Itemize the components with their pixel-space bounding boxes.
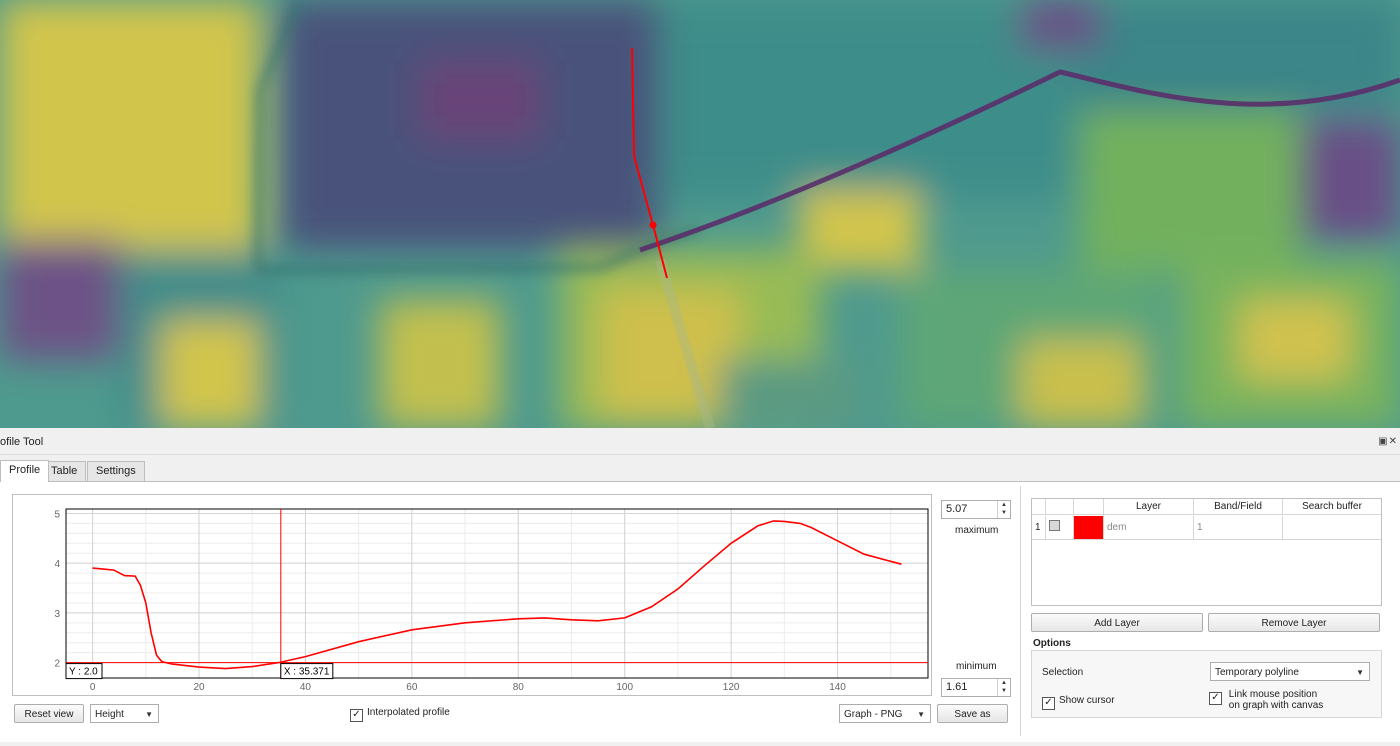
cursor-x-label: X : 35.371	[284, 667, 330, 678]
row-checkbox[interactable]	[1046, 516, 1074, 540]
checkbox-checked-icon[interactable]: ✓	[1209, 692, 1222, 705]
show-cursor-label: Show cursor	[1059, 695, 1115, 706]
interpolated-checkbox[interactable]: ✓ Interpolated profile	[350, 707, 450, 722]
chevron-down-icon: ▼	[1356, 668, 1364, 677]
profile-tool-panel: ofile Tool ▣✕ Profile Table Settings 0 20…	[0, 428, 1400, 746]
dock-controls-icon[interactable]: ▣✕	[1378, 436, 1398, 447]
mode-select[interactable]: Height ▼	[90, 704, 159, 723]
min-value-spinbox[interactable]: 1.61 ▲ ▼	[941, 678, 1011, 697]
y-tick-label: 2	[54, 659, 60, 670]
column-header-index[interactable]	[1032, 499, 1046, 515]
selection-select[interactable]: Temporary polyline ▼	[1210, 662, 1370, 681]
add-layer-button[interactable]: Add Layer	[1031, 613, 1203, 632]
column-header-check[interactable]	[1046, 499, 1074, 515]
row-color-swatch[interactable]	[1074, 516, 1104, 540]
link-mouse-label: Link mouse position on graph with canvas	[1229, 689, 1324, 711]
selection-label: Selection	[1042, 667, 1084, 678]
export-format-value: Graph - PNG	[844, 709, 903, 720]
spin-arrows-icon[interactable]: ▲ ▼	[997, 679, 1010, 696]
link-mouse-checkbox[interactable]: ✓ Link mouse position on graph with canva…	[1209, 689, 1323, 711]
x-tick-label: 140	[829, 682, 846, 693]
layer-table[interactable]: Layer Band/Field Search buffer 1 dem 1	[1031, 498, 1382, 606]
chevron-down-icon: ▼	[145, 710, 153, 719]
pane-divider[interactable]	[1020, 486, 1021, 736]
x-tick-label: 20	[193, 682, 205, 693]
export-format-select[interactable]: Graph - PNG ▼	[839, 704, 931, 723]
column-header-layer[interactable]: Layer	[1104, 499, 1194, 515]
interpolated-label: Interpolated profile	[367, 707, 450, 718]
row-band[interactable]: 1	[1194, 516, 1283, 540]
row-buffer[interactable]	[1283, 516, 1381, 540]
x-tick-label: 120	[723, 682, 740, 693]
x-tick-label: 100	[616, 682, 633, 693]
map-render	[0, 0, 1400, 428]
remove-layer-button[interactable]: Remove Layer	[1208, 613, 1380, 632]
map-canvas[interactable]	[0, 0, 1400, 428]
reset-view-button[interactable]: Reset view	[14, 704, 84, 723]
color-swatch[interactable]	[1074, 516, 1103, 539]
row-layer-name[interactable]: dem	[1104, 516, 1194, 540]
options-title: Options	[1033, 638, 1071, 649]
checkbox-icon[interactable]	[1049, 520, 1060, 531]
column-header-buffer[interactable]: Search buffer	[1283, 499, 1381, 515]
x-tick-label: 60	[406, 682, 418, 693]
checkbox-checked-icon[interactable]: ✓	[1042, 697, 1055, 710]
min-value: 1.61	[946, 681, 968, 693]
row-index: 1	[1032, 516, 1046, 540]
chevron-down-icon: ▼	[917, 710, 925, 719]
spin-arrows-icon[interactable]: ▲ ▼	[997, 501, 1010, 518]
link-label-line1: Link mouse position	[1228, 689, 1318, 700]
y-tick-label: 5	[54, 509, 60, 520]
checkbox-checked-icon[interactable]: ✓	[350, 709, 363, 722]
selection-value: Temporary polyline	[1215, 667, 1299, 678]
y-tick-label: 3	[54, 609, 60, 620]
column-header-band[interactable]: Band/Field	[1194, 499, 1283, 515]
mode-select-value: Height	[95, 709, 124, 720]
x-tick-label: 40	[300, 682, 312, 693]
dock-titlebar: ofile Tool ▣✕	[0, 428, 1400, 455]
y-tick-label: 4	[54, 559, 60, 570]
tab-settings[interactable]: Settings	[87, 461, 145, 481]
link-label-line2: on graph with canvas	[1228, 700, 1324, 711]
x-tick-label: 80	[513, 682, 525, 693]
x-tick-label: 0	[90, 682, 96, 693]
max-value: 5.07	[946, 503, 968, 515]
show-cursor-checkbox[interactable]: ✓ Show cursor	[1042, 695, 1115, 710]
profile-chart[interactable]: 0 20 40 60 80 100 120 140 2 3 4 5 Y : 2.0 X : 35.371	[13, 495, 931, 695]
tab-profile[interactable]: Profile	[0, 460, 50, 482]
profile-graph-frame[interactable]: 0 20 40 60 80 100 120 140 2 3 4 5 Y : 2.0 X : 35.371	[12, 494, 932, 696]
options-group: Selection Temporary polyline ▼ ✓ Show cur…	[1031, 650, 1382, 718]
max-value-spinbox[interactable]: 5.07 ▲ ▼	[941, 500, 1011, 519]
dock-title: ofile Tool	[0, 436, 44, 448]
save-as-button[interactable]: Save as	[937, 704, 1008, 723]
column-header-color[interactable]	[1074, 499, 1104, 515]
cursor-y-label: Y : 2.0	[69, 667, 98, 678]
max-label: maximum	[955, 525, 999, 536]
min-label: minimum	[956, 661, 997, 672]
